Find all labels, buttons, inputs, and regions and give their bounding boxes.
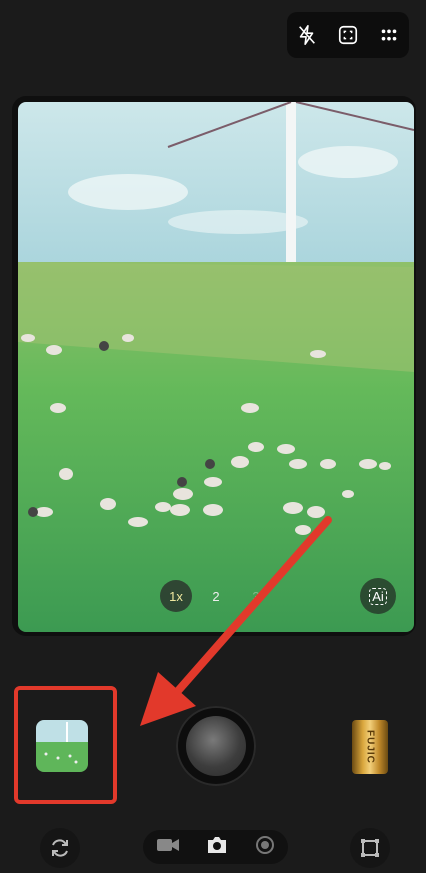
ai-label: Ai: [369, 587, 387, 605]
top-control-bar: [287, 12, 409, 58]
ai-mode-button[interactable]: Ai: [360, 578, 396, 614]
switch-camera-button[interactable]: [40, 828, 80, 868]
capture-mode-selector: [143, 830, 288, 864]
switch-camera-icon: [52, 839, 68, 857]
zoom-3x-button[interactable]: 3: [240, 580, 272, 612]
live-mode-icon[interactable]: [255, 835, 275, 860]
zoom-2x-button[interactable]: 2: [200, 580, 232, 612]
camera-preview[interactable]: [18, 102, 414, 632]
more-dots-icon[interactable]: [372, 18, 406, 52]
shutter-button[interactable]: [186, 716, 246, 776]
zoom-1x-button[interactable]: 1x: [160, 580, 192, 612]
film-roll-button[interactable]: FUJIC: [352, 720, 388, 774]
crop-frame-icon: [361, 839, 379, 857]
gallery-thumbnail[interactable]: [36, 720, 88, 772]
crop-frame-button[interactable]: [350, 828, 390, 868]
video-mode-icon[interactable]: [156, 836, 180, 859]
film-label: FUJIC: [364, 730, 376, 764]
frame-mode-icon[interactable]: [331, 18, 365, 52]
photo-mode-icon[interactable]: [206, 835, 228, 860]
zoom-selector: 1x 2 3: [160, 580, 272, 612]
flash-off-icon[interactable]: [290, 18, 324, 52]
